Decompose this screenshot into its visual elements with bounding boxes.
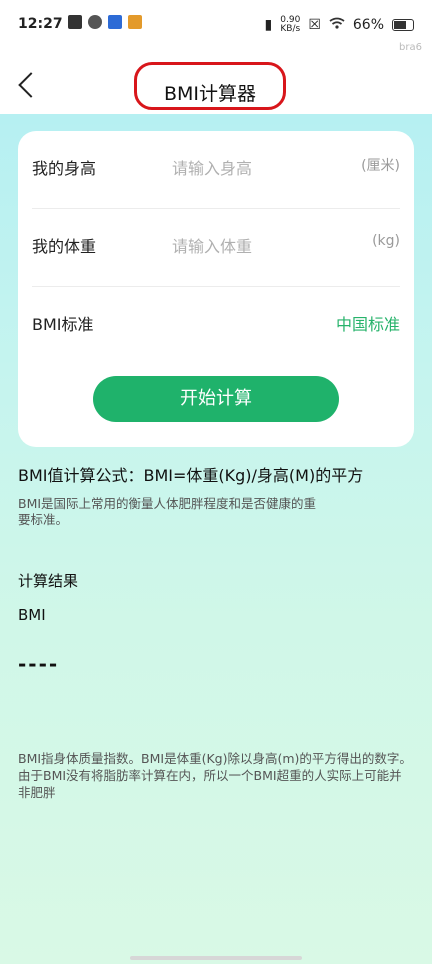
divider	[32, 208, 400, 209]
weight-row: 我的体重 请输入体重 (kg)	[32, 217, 400, 273]
app-icon	[88, 15, 102, 29]
main-content: 我的身高 请输入身高 (厘米) 我的体重 请输入体重 (kg) BMI标准 中国…	[0, 114, 432, 964]
weight-input[interactable]: 请输入体重	[172, 233, 252, 257]
title-highlight: BMI计算器	[134, 62, 286, 110]
home-indicator[interactable]	[130, 956, 302, 960]
weibo-icon	[128, 15, 142, 29]
result-bmi-label: BMI	[18, 606, 46, 624]
status-right: ▮ 0.90 KB/s ☒ 66%	[265, 16, 414, 34]
battery-icon	[392, 19, 414, 31]
top-bar: BMI计算器	[0, 52, 432, 114]
height-input[interactable]: 请输入身高	[172, 155, 252, 179]
height-row: 我的身高 请输入身高 (厘米)	[32, 139, 400, 195]
standard-row: BMI标准 中国标准	[32, 295, 400, 351]
formula-text: BMI值计算公式：BMI=体重(Kg)/身高(M)的平方	[18, 466, 364, 485]
divider	[32, 286, 400, 287]
network-speed-unit: KB/s	[280, 24, 301, 34]
result-value: ----	[18, 652, 60, 676]
weight-unit: (kg)	[372, 233, 400, 249]
status-time: 12:27	[18, 16, 63, 32]
battery-percent: 66%	[352, 17, 384, 33]
status-bar: 12:27 ▮ 0.90 KB/s ☒ 66% bra6	[0, 0, 432, 53]
height-unit: (厘米)	[361, 158, 400, 174]
app-icon	[108, 15, 122, 29]
back-arrow-icon[interactable]	[18, 72, 44, 98]
bmi-note: BMI指身体质量指数。BMI是体重(Kg)除以身高(m)的平方得出的数字。由于B…	[18, 751, 412, 800]
page-title: BMI计算器	[163, 83, 257, 105]
formula-description: BMI是国际上常用的衡量人体肥胖程度和是否健康的重要标准。	[18, 496, 317, 527]
height-label: 我的身高	[32, 159, 97, 178]
vibrate-icon: ▮	[264, 17, 273, 33]
network-speed: 0.90 KB/s	[280, 16, 300, 34]
notification-icons	[68, 15, 142, 29]
result-title: 计算结果	[18, 572, 79, 590]
app-icon	[68, 15, 82, 29]
standard-label: BMI标准	[32, 315, 94, 334]
wifi-icon	[329, 17, 345, 33]
input-card: 我的身高 请输入身高 (厘米) 我的体重 请输入体重 (kg) BMI标准 中国…	[18, 131, 414, 447]
close-box-icon: ☒	[308, 17, 321, 33]
start-calc-button[interactable]: 开始计算	[93, 376, 339, 422]
weight-label: 我的体重	[32, 237, 97, 256]
standard-select[interactable]: 中国标准	[336, 311, 400, 335]
